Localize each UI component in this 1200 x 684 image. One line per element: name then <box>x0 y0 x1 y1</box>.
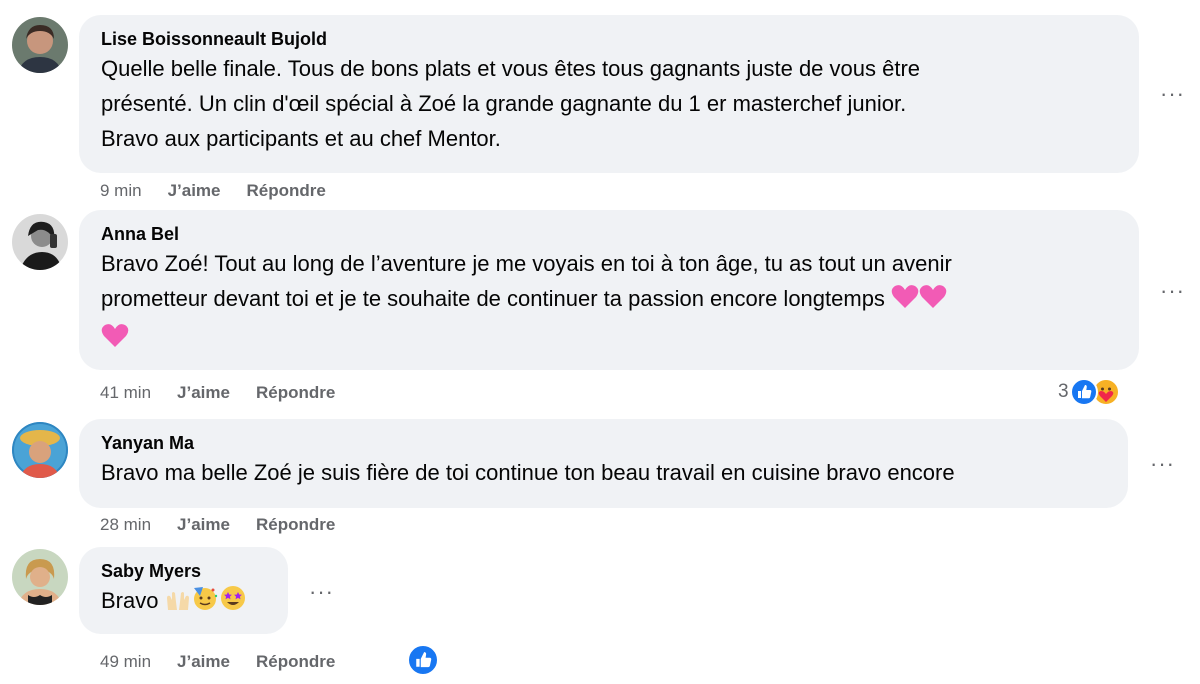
avatar[interactable] <box>12 422 68 478</box>
comment-bubble: Anna Bel Bravo Zoé! Tout au long de l’av… <box>79 210 1139 370</box>
comment-timestamp[interactable]: 9 min <box>100 179 142 203</box>
reply-button[interactable]: Répondre <box>247 179 326 203</box>
comment-author[interactable]: Saby Myers <box>101 559 268 583</box>
comment-bubble: Yanyan Ma Bravo ma belle Zoé je suis fiè… <box>79 419 1128 508</box>
comment-author[interactable]: Yanyan Ma <box>101 431 1108 455</box>
comment-text: Quelle belle finale. Tous de bons plats … <box>101 51 1119 156</box>
like-reaction-icon <box>1069 378 1098 406</box>
partying-face-emoji <box>191 584 219 622</box>
comment-line: Quelle belle finale. Tous de bons plats … <box>101 56 921 81</box>
like-button[interactable]: J’aime <box>168 179 221 203</box>
reply-button[interactable]: Répondre <box>256 381 335 405</box>
comment-timestamp[interactable]: 49 min <box>100 650 151 674</box>
avatar[interactable] <box>12 17 68 73</box>
comment-line: Bravo <box>101 588 159 613</box>
avatar[interactable] <box>12 549 68 605</box>
pink-heart-emoji <box>919 284 947 320</box>
comment-timestamp[interactable]: 41 min <box>100 381 151 405</box>
more-options-icon[interactable]: ··· <box>309 581 334 603</box>
more-options-icon[interactable]: ··· <box>1150 453 1175 475</box>
comment-line: présenté. Un clin d'œil spécial à Zoé la… <box>101 91 907 116</box>
comment-author[interactable]: Anna Bel <box>101 222 1119 246</box>
comment-text: Bravo Zoé! Tout au long de l’aventure je… <box>101 246 1119 359</box>
comment-line: Bravo aux participants et au chef Mentor… <box>101 126 501 151</box>
comment-actions: 49 min J’aime Répondre <box>100 650 335 674</box>
comment-actions: 9 min J’aime Répondre <box>100 179 326 203</box>
comment-line: Bravo ma belle Zoé je suis fière de toi … <box>101 460 955 485</box>
like-button[interactable]: J’aime <box>177 513 230 537</box>
comment-line-text: prometteur devant toi et je te souhaite … <box>101 286 885 311</box>
comment-author[interactable]: Lise Boissonneault Bujold <box>101 27 1119 51</box>
comment-actions: 28 min J’aime Répondre <box>100 513 335 537</box>
avatar[interactable] <box>12 214 68 270</box>
pink-heart-emoji <box>891 284 919 320</box>
star-struck-emoji <box>219 584 247 622</box>
comment-bubble: Lise Boissonneault Bujold Quelle belle f… <box>79 15 1139 173</box>
comment-timestamp[interactable]: 28 min <box>100 513 151 537</box>
reaction-summary[interactable] <box>407 644 439 676</box>
comment-text: Bravo <box>101 583 268 622</box>
comment-actions: 41 min J’aime Répondre <box>100 381 335 405</box>
comment-line: prometteur devant toi et je te souhaite … <box>101 281 1119 320</box>
reaction-count: 3 <box>1058 381 1069 402</box>
reaction-summary[interactable]: 3 <box>1058 378 1120 406</box>
comment-bubble: Saby Myers Bravo <box>79 547 288 634</box>
like-button[interactable]: J’aime <box>177 650 230 674</box>
reply-button[interactable]: Répondre <box>256 650 335 674</box>
pink-heart-emoji <box>101 323 129 359</box>
more-options-icon[interactable]: ··· <box>1160 83 1185 105</box>
reply-button[interactable]: Répondre <box>256 513 335 537</box>
comment-text: Bravo ma belle Zoé je suis fière de toi … <box>101 455 1108 490</box>
like-reaction-icon <box>407 644 439 676</box>
like-button[interactable]: J’aime <box>177 381 230 405</box>
comment-line: Bravo Zoé! Tout au long de l’aventure je… <box>101 251 952 276</box>
comment-line <box>101 320 1119 359</box>
raising-hands-emoji <box>165 587 191 622</box>
more-options-icon[interactable]: ··· <box>1160 280 1185 302</box>
